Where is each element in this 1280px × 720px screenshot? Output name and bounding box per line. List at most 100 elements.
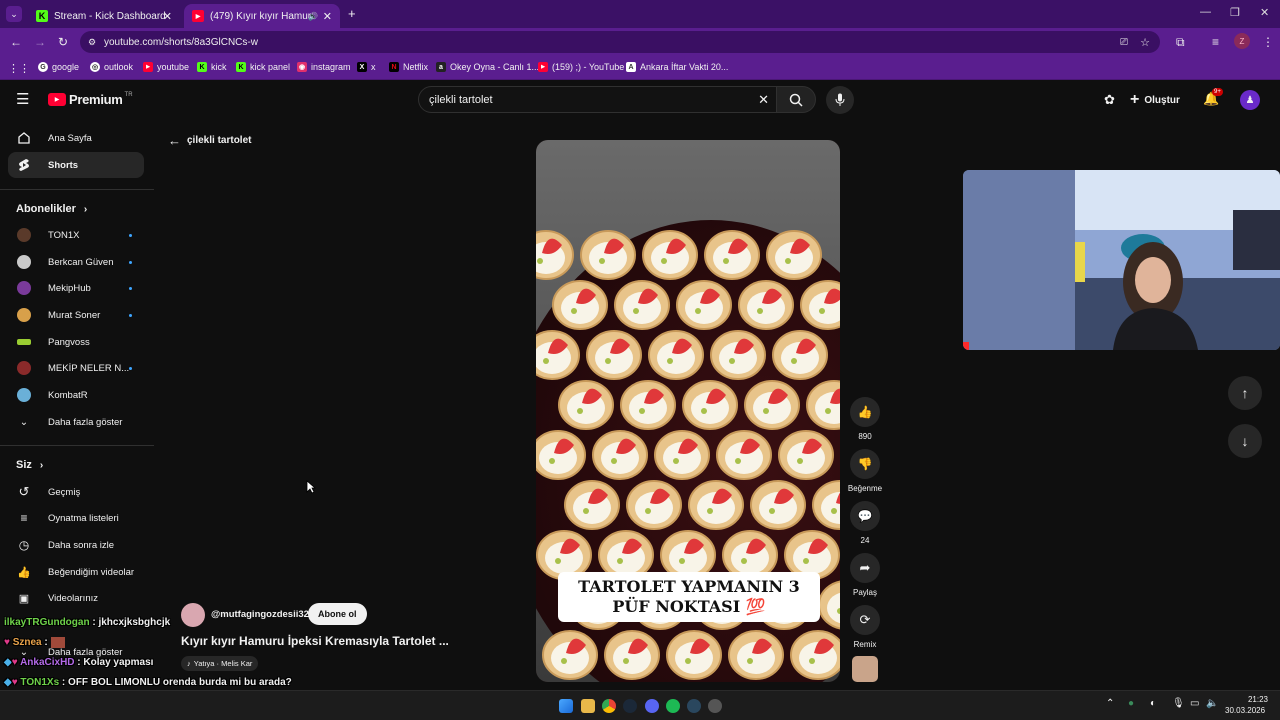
apps-grid-icon[interactable]: ⋮⋮ bbox=[8, 62, 30, 75]
remix-button[interactable]: ⟳ bbox=[850, 605, 880, 635]
bookmark-kick-panel[interactable]: Kkick panel bbox=[236, 62, 290, 72]
search-button[interactable] bbox=[776, 86, 816, 113]
hamburger-menu-icon[interactable]: ☰ bbox=[16, 90, 29, 108]
music-chip[interactable]: ♪ Yatıya · Melis Kar bbox=[181, 656, 259, 671]
windows-start-icon[interactable] bbox=[559, 699, 573, 713]
sidebar-item-shorts[interactable]: Shorts bbox=[8, 152, 144, 178]
close-tab-icon[interactable]: ✕ bbox=[163, 10, 172, 23]
arrow-down-icon: ↓ bbox=[1241, 433, 1249, 449]
back-to-search-link[interactable]: ← çilekli tartolet bbox=[168, 133, 251, 148]
kick-extension-icon[interactable]: ✿ bbox=[1104, 92, 1115, 108]
channel-avatar bbox=[17, 339, 31, 345]
volume-icon[interactable]: 🔈 bbox=[1206, 698, 1218, 709]
search-icon bbox=[789, 93, 803, 107]
sidebar-item-playlists[interactable]: ≡ Oynatma listeleri bbox=[8, 505, 144, 531]
show-more-subscriptions[interactable]: ⌄ Daha fazla göster bbox=[8, 409, 144, 435]
tray-steam-icon[interactable]: ◐ bbox=[1150, 698, 1156, 709]
tab-search-button[interactable]: ⌄ bbox=[6, 6, 22, 22]
notifications-button[interactable]: 🔔 9+ bbox=[1203, 88, 1223, 108]
spotify-icon[interactable] bbox=[666, 699, 680, 713]
sound-thumbnail[interactable] bbox=[852, 656, 878, 682]
address-bar[interactable]: ⚙ youtube.com/shorts/8a3GlCNCs-w ⎚ ☆ bbox=[80, 31, 1160, 53]
comments-button[interactable]: 💬 bbox=[850, 501, 880, 531]
steam-icon[interactable] bbox=[623, 699, 637, 713]
bookmark-star-icon[interactable]: ☆ bbox=[1140, 36, 1150, 49]
tab-kick-dashboard[interactable]: K Stream - Kick Dashboard ✕ bbox=[28, 4, 180, 28]
close-tab-icon[interactable]: ✕ bbox=[323, 10, 332, 23]
tray-mic-icon[interactable]: 🎙 bbox=[1172, 698, 1185, 709]
account-avatar[interactable]: ♟ bbox=[1240, 90, 1260, 110]
tray-chevron-icon[interactable]: ⌃ bbox=[1106, 698, 1114, 709]
short-video-player[interactable]: TARTOLET YAPMANIN 3 PÜF NOKTASI 💯 bbox=[536, 140, 840, 682]
settings-icon[interactable] bbox=[708, 699, 722, 713]
clear-search-icon[interactable]: ✕ bbox=[758, 92, 769, 108]
you-heading[interactable]: Siz › bbox=[16, 459, 43, 471]
voice-search-button[interactable] bbox=[826, 86, 854, 114]
bookmark-netflix[interactable]: N Netflix bbox=[389, 62, 428, 72]
sidebar-sub-kombatr[interactable]: KombatR bbox=[8, 382, 144, 408]
forward-arrow-icon[interactable]: → bbox=[34, 35, 46, 49]
thumbs-down-icon: 👎 bbox=[857, 457, 873, 471]
bookmark-youtube[interactable]: ▶ youtube bbox=[143, 62, 189, 72]
steam-alt-icon[interactable] bbox=[687, 699, 701, 713]
short-title[interactable]: Kıyır kıyır Hamuru İpeksi Kremasıyla Tar… bbox=[181, 634, 449, 648]
create-button[interactable]: + Oluştur bbox=[1130, 90, 1180, 110]
bookmark-kick[interactable]: Kkick bbox=[197, 62, 227, 72]
next-short-button[interactable]: ↓ bbox=[1228, 424, 1262, 458]
previous-short-button[interactable]: ↑ bbox=[1228, 376, 1262, 410]
sidebar-item-watch-later[interactable]: ◷ Daha sonra izle bbox=[8, 532, 144, 558]
bookmark-okey[interactable]: a Okey Oyna - Canlı 1... bbox=[436, 62, 539, 72]
new-tab-button[interactable]: + bbox=[348, 6, 356, 21]
sidebar-sub-ton1x[interactable]: TON1X bbox=[8, 222, 144, 248]
chevron-down-icon: ⌄ bbox=[19, 416, 29, 428]
search-input[interactable]: çilekli tartolet ✕ bbox=[418, 86, 784, 113]
close-window-icon[interactable]: ✕ bbox=[1260, 6, 1269, 19]
youtube-logo[interactable]: ▶ Premium TR bbox=[48, 92, 133, 107]
sidebar-sub-mekip-neler[interactable]: MEKİP NELER N... bbox=[8, 355, 144, 381]
clock-icon: ◷ bbox=[18, 538, 30, 552]
menu-dots-icon[interactable]: ⋮ bbox=[1262, 35, 1274, 49]
bookmark-iftar[interactable]: A Ankara İftar Vakti 20... bbox=[626, 62, 728, 72]
subscribe-button[interactable]: Abone ol bbox=[308, 603, 367, 625]
channel-avatar[interactable] bbox=[181, 603, 205, 627]
sidebar-item-home[interactable]: Ana Sayfa bbox=[8, 125, 144, 151]
bookmark-outlook[interactable]: ◎ outlook bbox=[90, 62, 133, 72]
sidebar-item-liked[interactable]: 👍 Beğendiğim videolar bbox=[8, 559, 144, 585]
sidebar-sub-mekiphub[interactable]: MekipHub bbox=[8, 275, 144, 301]
tab-youtube-short[interactable]: ▶ (479) Kıyır kıyır Hamuru İpek 🔊 ✕ bbox=[184, 4, 340, 28]
like-button[interactable]: 👍 bbox=[850, 397, 880, 427]
tartlet bbox=[642, 230, 698, 280]
speaker-icon[interactable]: 🔊 bbox=[308, 12, 318, 21]
sidebar-item-your-videos[interactable]: ▣ Videolarınız bbox=[8, 585, 144, 611]
dislike-button[interactable]: 👎 bbox=[850, 449, 880, 479]
sidebar-sub-pangvoss[interactable]: Pangvoss bbox=[8, 329, 144, 355]
discord-icon[interactable] bbox=[645, 699, 659, 713]
chrome-icon[interactable] bbox=[602, 699, 616, 713]
sidebar-sub-murat-soner[interactable]: Murat Soner bbox=[8, 302, 144, 328]
tray-app-icon[interactable]: ● bbox=[1128, 698, 1134, 709]
clock-time[interactable]: 21:23 bbox=[1238, 695, 1278, 704]
tartlet bbox=[626, 480, 682, 530]
site-info-icon[interactable]: ⚙ bbox=[88, 37, 96, 48]
cast-icon[interactable]: ⎚ bbox=[1120, 37, 1128, 48]
bookmark-google[interactable]: Ggoogle bbox=[38, 62, 79, 72]
reload-icon[interactable]: ↻ bbox=[58, 35, 68, 49]
share-button[interactable]: ➦ bbox=[850, 553, 880, 583]
bookmark-youtube-159[interactable]: ▶ (159) ;) - YouTube bbox=[538, 62, 624, 72]
profile-avatar[interactable]: Z bbox=[1234, 33, 1250, 49]
sidebar-sub-berkcan[interactable]: Berkcan Güven bbox=[8, 249, 144, 275]
file-explorer-icon[interactable] bbox=[581, 699, 595, 713]
bookmark-instagram[interactable]: ◉ instagram bbox=[297, 62, 351, 72]
network-icon[interactable]: ▭ bbox=[1190, 698, 1199, 709]
chat-message: ◆♥ AnkaCixHD : Kolay yapması bbox=[4, 657, 154, 668]
restore-icon[interactable]: ❐ bbox=[1230, 6, 1240, 19]
back-arrow-icon[interactable]: ← bbox=[10, 35, 22, 49]
sidebar-item-history[interactable]: ↺ Geçmiş bbox=[8, 479, 144, 505]
channel-name[interactable]: @mutfagingozdesii32 bbox=[211, 609, 309, 620]
minimize-icon[interactable]: — bbox=[1200, 6, 1211, 18]
reading-list-icon[interactable]: ≡ bbox=[1212, 35, 1219, 49]
subscriptions-heading[interactable]: Abonelikler › bbox=[16, 203, 87, 215]
clock-date[interactable]: 30.03.2026 bbox=[1225, 706, 1265, 715]
extensions-icon[interactable]: ⧉ bbox=[1176, 35, 1185, 50]
bookmark-x[interactable]: Xx bbox=[357, 62, 376, 72]
